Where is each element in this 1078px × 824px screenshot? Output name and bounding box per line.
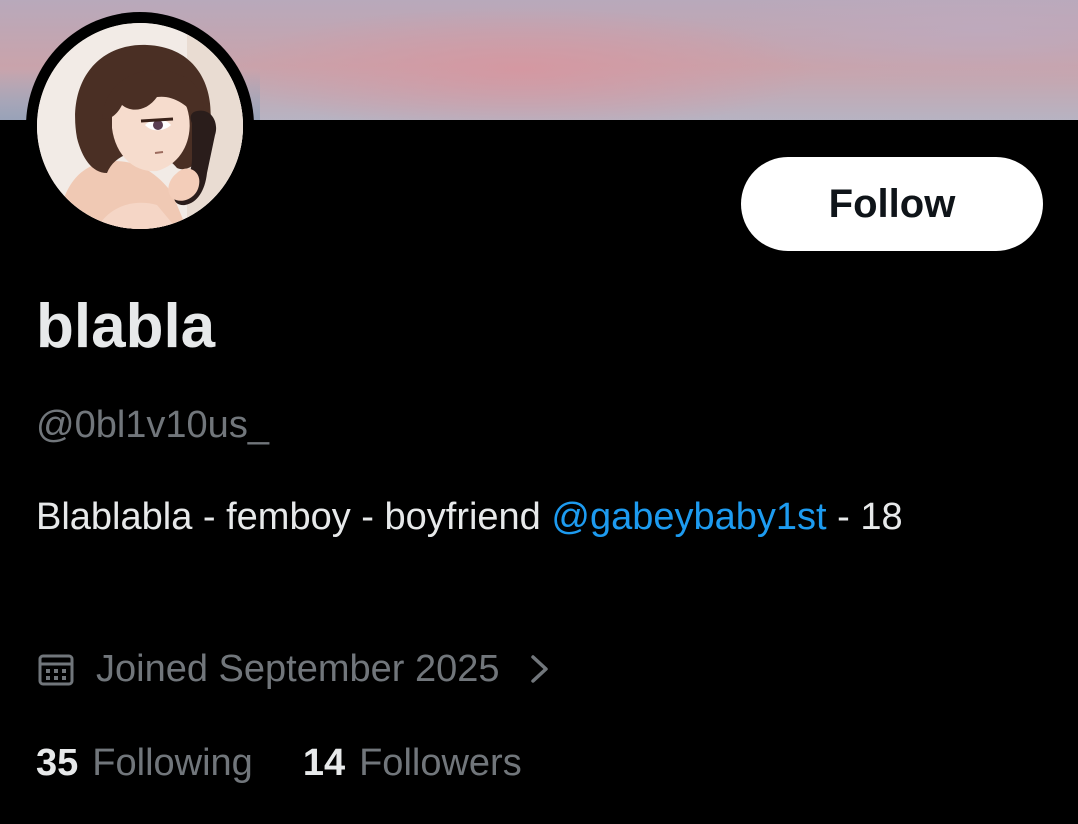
chevron-right-icon[interactable]	[526, 649, 554, 689]
follow-button[interactable]: Follow	[741, 157, 1043, 251]
profile-handle: @0bl1v10us_	[36, 404, 269, 446]
joined-date[interactable]: Joined September 2025	[36, 643, 554, 695]
bio-text-end: - 18	[826, 496, 903, 538]
joined-date-text: Joined September 2025	[96, 647, 500, 690]
calendar-icon	[36, 649, 76, 689]
profile-bio: Blablabla - femboy - boyfriend @gabeybab…	[36, 488, 1046, 546]
followers-label: Followers	[359, 741, 522, 784]
display-name: blabla	[36, 292, 216, 361]
followers-count: 14	[302, 741, 346, 784]
avatar[interactable]	[37, 23, 243, 229]
follow-stats: 35 Following 14 Followers	[36, 736, 522, 790]
bio-mention-link[interactable]: @gabeybaby1st	[551, 496, 826, 538]
followers-link[interactable]: 14 Followers	[303, 742, 522, 785]
following-link[interactable]: 35 Following	[36, 742, 253, 785]
following-count: 35	[36, 741, 79, 784]
avatar-illustration	[37, 23, 243, 229]
following-label: Following	[92, 741, 253, 784]
bio-text: Blablabla - femboy - boyfriend	[36, 496, 552, 538]
